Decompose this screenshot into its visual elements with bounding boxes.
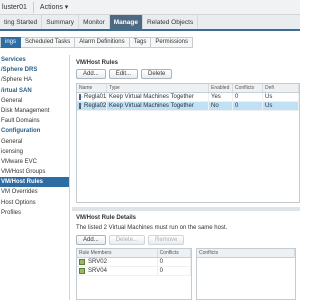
sidebar-item-licensing[interactable]: icensing [0, 147, 69, 157]
vm-icon [79, 268, 85, 274]
rule-name: Regla01 [84, 94, 107, 100]
subtab-scheduled-tasks[interactable]: Scheduled Tasks [21, 36, 76, 48]
delete-member-button[interactable]: Delete... [108, 235, 146, 245]
tab-manage[interactable]: Manage [109, 15, 143, 29]
sidebar-header-services: Services [1, 57, 26, 63]
sidebar-item-host-options[interactable]: Host Options [0, 198, 69, 208]
sidebar-header-configuration: Configuration [1, 128, 41, 135]
table-row[interactable]: SRV02 0 [77, 258, 191, 267]
column-header-rule-members[interactable]: Rule Members [77, 249, 158, 257]
tab-related-objects[interactable]: Related Objects [143, 15, 199, 29]
add-member-button[interactable]: Add... [76, 235, 106, 245]
object-title: luster01 [2, 3, 27, 11]
column-header-conflicts[interactable]: Conflicts [233, 84, 263, 92]
rule-enabled: No [209, 102, 233, 110]
rule-type: Keep Virtual Machines Together [107, 93, 209, 101]
settings-sidebar: Services /Sphere DRS /Sphere HA /irtual … [0, 55, 70, 300]
delete-rule-button[interactable]: Delete [141, 69, 173, 79]
details-section-title: VM/Host Rule Details [76, 215, 137, 221]
subtab-alarm-definitions[interactable]: Alarm Definitions [75, 36, 130, 48]
member-name: SRV02 [88, 259, 107, 265]
edit-rule-button[interactable]: Edit... [108, 69, 139, 79]
title-bar: luster01 Actions ▾ [0, 0, 300, 15]
tab-getting-started[interactable]: ting Started [0, 15, 43, 29]
column-header-enabled[interactable]: Enabled [209, 84, 233, 92]
members-table-header: Rule Members Conflicts [77, 249, 191, 258]
sidebar-item-vm-host-rules[interactable]: VM/Host Rules [0, 177, 69, 188]
column-header-type[interactable]: Type [107, 84, 209, 92]
member-conflicts: 0 [158, 258, 191, 266]
table-row[interactable]: Regla01 Keep Virtual Machines Together Y… [77, 93, 299, 102]
vm-icon [79, 259, 85, 265]
sub-tabs: ings Scheduled Tasks Alarm Definitions T… [0, 33, 300, 49]
sidebar-header-virtual-san: /irtual SAN [1, 87, 32, 94]
title-separator [32, 1, 34, 13]
column-header-conflicts-detail[interactable]: Conflicts [197, 249, 295, 257]
rule-defined-by: Us [263, 93, 299, 101]
remove-member-button[interactable]: Remove [148, 235, 185, 245]
sidebar-item-vm-overrides[interactable]: VM Overrides [0, 187, 69, 197]
tab-summary[interactable]: Summary [42, 15, 80, 29]
sidebar-item-vmware-evc[interactable]: VMware EVC [0, 157, 69, 167]
rule-name: Regla02 [84, 103, 107, 109]
main-content: VM/Host Rules Add... Edit... Delete Name… [72, 55, 300, 300]
member-name-cell: SRV02 [77, 258, 158, 266]
rule-type: Keep Virtual Machines Together [107, 102, 209, 110]
subtab-permissions[interactable]: Permissions [151, 36, 194, 48]
sidebar-item-config-general[interactable]: General [0, 137, 69, 147]
rule-name-cell: Regla01 [77, 93, 107, 101]
column-header-member-conflicts[interactable]: Conflicts [158, 249, 191, 257]
pane-splitter[interactable] [72, 207, 300, 211]
sidebar-item-profiles[interactable]: Profiles [0, 208, 69, 218]
rules-toolbar: Add... Edit... Delete [76, 69, 173, 79]
rules-table: Name Type Enabled Conflicts Defi Regla01… [76, 83, 300, 203]
member-conflicts: 0 [158, 267, 191, 275]
member-name: SRV04 [88, 268, 107, 274]
subtab-settings[interactable]: ings [0, 36, 22, 48]
rule-icon [79, 103, 83, 109]
conflicts-pane-header: Conflicts [197, 249, 295, 258]
sidebar-item-fault-domains[interactable]: Fault Domains [0, 116, 69, 126]
add-rule-button[interactable]: Add... [76, 69, 106, 79]
rule-enabled: Yes [209, 93, 233, 101]
sidebar-header-vsphere-drs[interactable]: /Sphere DRS [0, 65, 69, 75]
sidebar-item-disk-management[interactable]: Disk Management [0, 106, 69, 116]
subtab-tags[interactable]: Tags [129, 36, 152, 48]
table-row[interactable]: SRV04 0 [77, 267, 191, 276]
column-header-name[interactable]: Name [77, 84, 107, 92]
conflicts-pane: Conflicts [196, 248, 296, 300]
table-row[interactable]: Regla02 Keep Virtual Machines Together N… [77, 102, 299, 111]
tab-monitor[interactable]: Monitor [79, 15, 110, 29]
rule-members-table: Rule Members Conflicts SRV02 0 SRV04 0 [76, 248, 192, 300]
sidebar-item-vsphere-ha[interactable]: /Sphere HA [0, 75, 69, 85]
actions-menu[interactable]: Actions ▾ [40, 3, 68, 11]
rules-section-title: VM/Host Rules [76, 60, 119, 66]
rule-icon [79, 94, 83, 100]
rules-table-header: Name Type Enabled Conflicts Defi [77, 84, 299, 93]
rule-description: The listed 2 Virtual Machines must run o… [76, 225, 228, 231]
rule-defined-by: Us [263, 102, 299, 110]
sidebar-item-vm-host-groups[interactable]: VM/Host Groups [0, 167, 69, 177]
sidebar-item-vsan-general[interactable]: General [0, 96, 69, 106]
rule-name-cell: Regla02 [77, 102, 107, 110]
details-toolbar: Add... Delete... Remove [76, 235, 185, 245]
column-header-defined-by[interactable]: Defi [263, 84, 299, 92]
top-tabs: ting Started Summary Monitor Manage Rela… [0, 15, 300, 31]
rule-conflicts: 0 [233, 93, 263, 101]
rule-conflicts: 0 [233, 102, 263, 110]
member-name-cell: SRV04 [77, 267, 158, 275]
